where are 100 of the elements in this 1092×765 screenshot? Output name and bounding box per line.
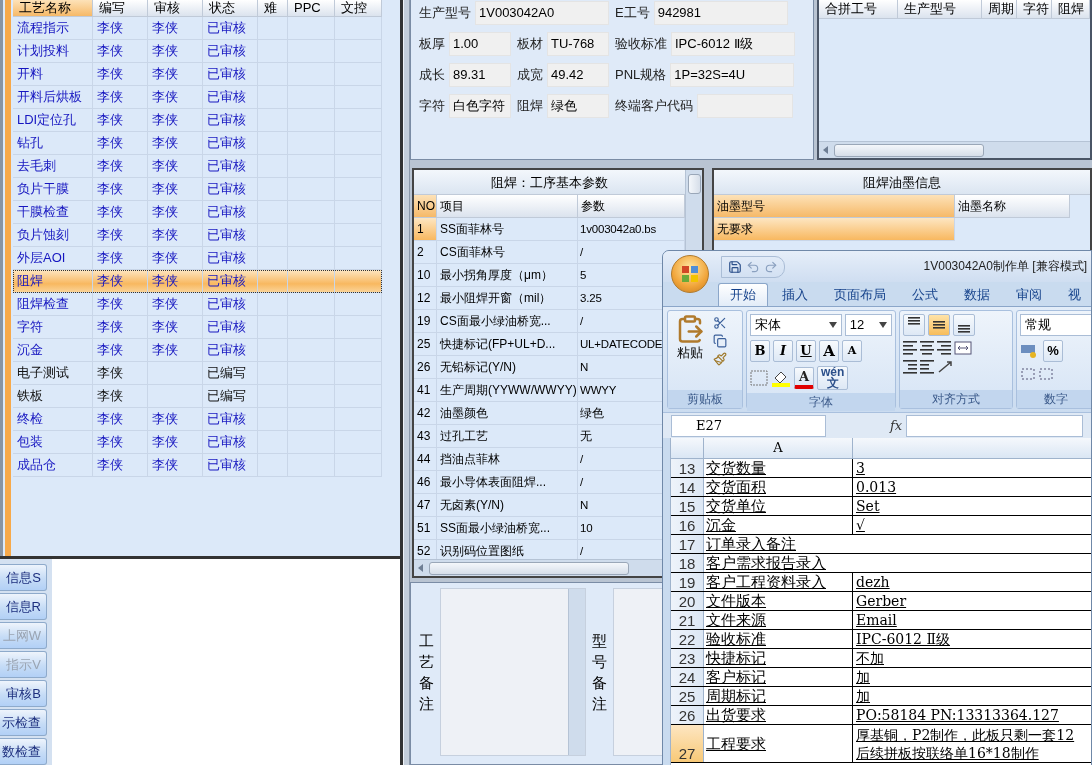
row-number[interactable]: 21 [671, 611, 704, 629]
text-orientation-icon[interactable] [937, 359, 955, 374]
column-header[interactable]: 参数 [578, 195, 685, 218]
input-field[interactable]: 1P=32S=4U [670, 63, 795, 87]
table-row[interactable]: 阻焊检查 李侠 李侠 已审核 [13, 293, 382, 316]
row-number[interactable]: 1 [414, 218, 437, 241]
row-number[interactable]: 18 [671, 554, 704, 572]
horizontal-scrollbar[interactable] [819, 141, 1090, 158]
column-header[interactable]: 项目 [437, 195, 578, 218]
ribbon-tab[interactable]: 公式 [900, 283, 950, 306]
input-field[interactable]: 942981 [653, 1, 788, 25]
formula-field[interactable] [906, 414, 1083, 437]
row-number[interactable]: 2 [414, 241, 437, 264]
column-header[interactable]: 文控 [335, 0, 382, 17]
splitter-bar[interactable] [403, 0, 410, 765]
table-row[interactable]: 干膜检查 李侠 李侠 已审核 [13, 201, 382, 224]
side-button[interactable]: 信息S [0, 564, 47, 591]
save-icon[interactable] [728, 259, 742, 274]
row-number[interactable]: 26 [414, 356, 437, 379]
input-field[interactable]: 1.00 [449, 32, 511, 56]
table-row[interactable]: 钻孔 李侠 李侠 已审核 [13, 132, 382, 155]
merge-cells-icon[interactable] [954, 340, 972, 355]
column-header[interactable]: 生产型号 [898, 0, 982, 19]
redo-icon[interactable] [764, 259, 778, 274]
row-number[interactable]: 15 [671, 497, 704, 515]
phonetic-button[interactable]: wén 文 [817, 366, 849, 390]
table-row[interactable]: 计划投料 李侠 李侠 已审核 [13, 40, 382, 63]
percent-button[interactable]: % [1043, 340, 1063, 362]
column-header[interactable]: PPC [288, 0, 335, 17]
row-number[interactable]: 43 [414, 425, 437, 448]
row-number[interactable]: 20 [671, 592, 704, 610]
row-number[interactable]: 25 [414, 333, 437, 356]
input-field[interactable]: 49.42 [547, 63, 609, 87]
row-number[interactable]: 10 [414, 264, 437, 287]
row-number[interactable]: 44 [414, 448, 437, 471]
name-box[interactable]: E27 [671, 414, 826, 437]
table-row[interactable]: 开料 李侠 李侠 已审核 [13, 63, 382, 86]
row-number[interactable]: 23 [671, 649, 704, 667]
side-button[interactable]: 数检查 [0, 738, 47, 765]
table-row[interactable]: 去毛刺 李侠 李侠 已审核 [13, 155, 382, 178]
column-header[interactable]: 工艺名称 [13, 0, 93, 17]
format-painter-icon[interactable] [713, 352, 727, 366]
table-row[interactable]: 流程指示 李侠 李侠 已审核 [13, 17, 382, 40]
ribbon-tab[interactable]: 视 [1056, 283, 1091, 306]
font-size-button[interactable]: A [819, 340, 839, 362]
table-row[interactable]: 电子测试 李侠 已编写 [13, 362, 382, 385]
row-number[interactable]: 16 [671, 516, 704, 534]
column-header[interactable]: 合拼工号 [819, 0, 898, 19]
input-field[interactable]: IPC-6012 Ⅱ级 [671, 32, 795, 56]
row-number[interactable]: 24 [671, 668, 704, 686]
input-field[interactable]: 89.31 [449, 63, 511, 87]
table-row[interactable]: 字符 李侠 李侠 已审核 [13, 316, 382, 339]
row-number[interactable]: 17 [671, 535, 704, 553]
table-row[interactable]: 沉金 李侠 李侠 已审核 [13, 339, 382, 362]
cut-icon[interactable] [713, 316, 727, 330]
column-header[interactable]: 状态 [203, 0, 258, 17]
row-number[interactable]: 25 [671, 687, 704, 705]
row-number[interactable]: 12 [414, 287, 437, 310]
ribbon-tab[interactable]: 数据 [952, 283, 1002, 306]
remark-field[interactable] [440, 588, 586, 756]
row-number[interactable]: 41 [414, 379, 437, 402]
ribbon-tab[interactable]: 插入 [770, 283, 820, 306]
column-header[interactable]: 油墨名称 [955, 195, 1070, 218]
table-cell[interactable]: 无要求 [714, 218, 955, 241]
row-number[interactable]: 47 [414, 494, 437, 517]
number-format-field[interactable]: 常规 [1020, 314, 1091, 336]
row-number[interactable]: 42 [414, 402, 437, 425]
align-button[interactable] [953, 314, 975, 336]
format-button[interactable]: B [750, 340, 770, 362]
column-header[interactable]: 阻焊 [1052, 0, 1090, 19]
column-header[interactable]: 审核 [148, 0, 203, 17]
ribbon-tab[interactable]: 页面布局 [822, 283, 898, 306]
font-color-button[interactable]: A [794, 367, 814, 389]
row-number[interactable]: 46 [414, 471, 437, 494]
row-number[interactable]: 13 [671, 459, 704, 477]
fill-color-icon[interactable] [771, 369, 791, 387]
font-size-button[interactable]: A [842, 340, 862, 362]
input-field[interactable]: 1V003042A0 [475, 1, 609, 25]
input-field[interactable]: 绿色 [547, 94, 609, 118]
column-header[interactable]: 难 [258, 0, 288, 17]
row-number[interactable]: 26 [671, 706, 704, 724]
row-number[interactable]: 14 [671, 478, 704, 496]
table-row[interactable]: 包装 李侠 李侠 已审核 [13, 431, 382, 454]
table-row[interactable]: 负片蚀刻 李侠 李侠 已审核 [13, 224, 382, 247]
column-header[interactable]: NO [414, 195, 437, 218]
table-row[interactable]: 成品仓 李侠 李侠 已审核 [13, 454, 382, 477]
ribbon-tab[interactable]: 开始 [718, 283, 768, 306]
column-header[interactable]: 油墨型号 [714, 195, 955, 218]
row-number[interactable]: 19 [414, 310, 437, 333]
copy-icon[interactable] [713, 334, 727, 348]
table-row[interactable]: 开料后烘板 李侠 李侠 已审核 [13, 86, 382, 109]
row-number[interactable]: 27 [671, 725, 704, 762]
table-row[interactable]: 终检 李侠 李侠 已审核 [13, 408, 382, 431]
column-header[interactable]: 字符 [1017, 0, 1052, 19]
row-number[interactable]: 19 [671, 573, 704, 591]
column-header[interactable]: 编写 [93, 0, 148, 17]
row-number[interactable]: 51 [414, 517, 437, 540]
format-button[interactable]: U [796, 340, 816, 362]
table-row[interactable]: LDI定位孔 李侠 李侠 已审核 [13, 109, 382, 132]
align-button[interactable] [928, 314, 950, 336]
